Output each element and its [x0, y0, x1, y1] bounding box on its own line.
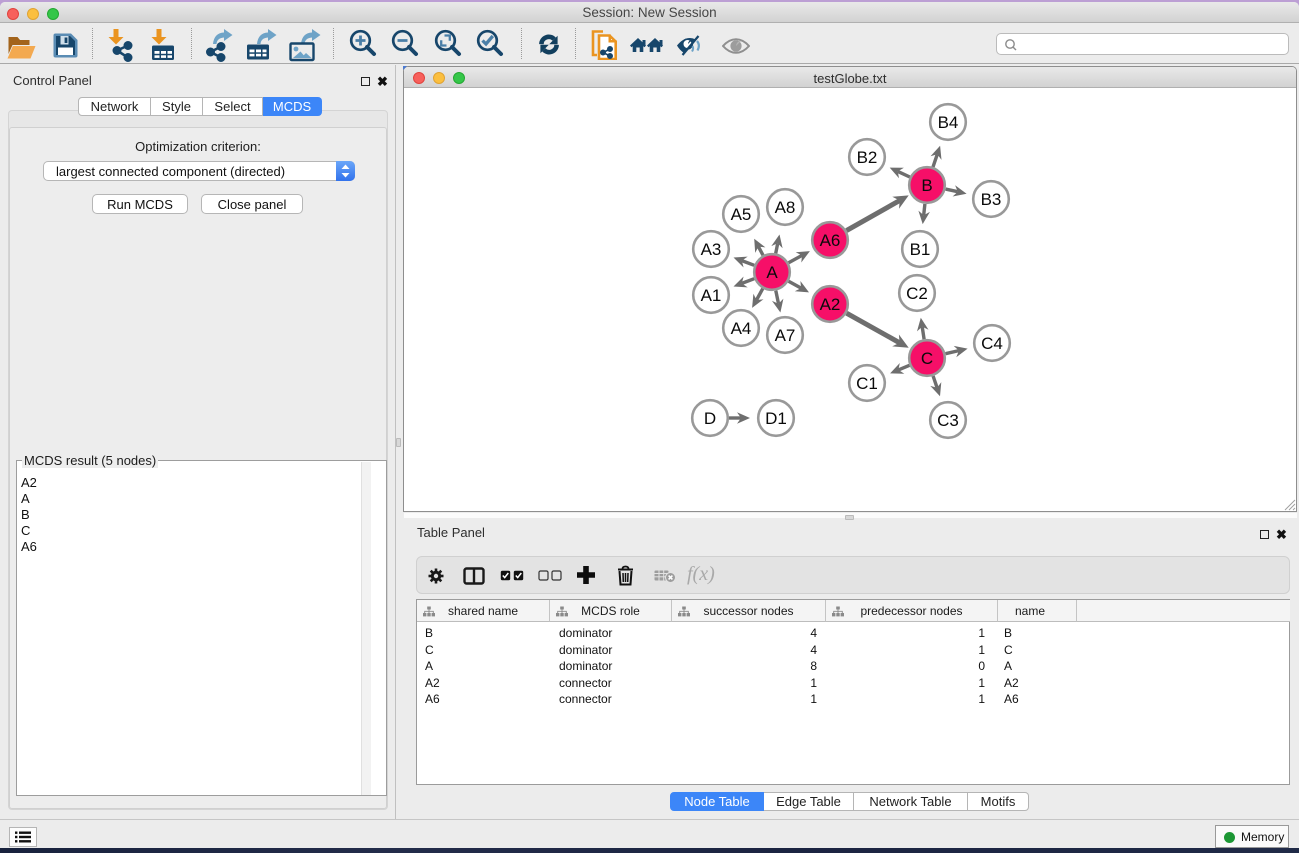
svg-text:D1: D1: [765, 409, 787, 428]
svg-text:A1: A1: [701, 286, 722, 305]
svg-text:C1: C1: [856, 374, 878, 393]
svg-text:B3: B3: [981, 190, 1002, 209]
svg-text:D: D: [704, 409, 716, 428]
svg-text:B: B: [921, 176, 932, 195]
svg-text:A5: A5: [731, 205, 752, 224]
svg-text:B1: B1: [910, 240, 931, 259]
svg-text:B2: B2: [857, 148, 878, 167]
svg-text:C4: C4: [981, 334, 1003, 353]
svg-text:C: C: [921, 349, 933, 368]
svg-text:A4: A4: [731, 319, 752, 338]
svg-text:A2: A2: [820, 295, 841, 314]
svg-text:B4: B4: [938, 113, 959, 132]
svg-text:A: A: [766, 263, 778, 282]
svg-text:C2: C2: [906, 284, 928, 303]
svg-text:A3: A3: [701, 240, 722, 259]
svg-text:A7: A7: [775, 326, 796, 345]
svg-text:C3: C3: [937, 411, 959, 430]
svg-text:A8: A8: [775, 198, 796, 217]
svg-text:A6: A6: [820, 231, 841, 250]
